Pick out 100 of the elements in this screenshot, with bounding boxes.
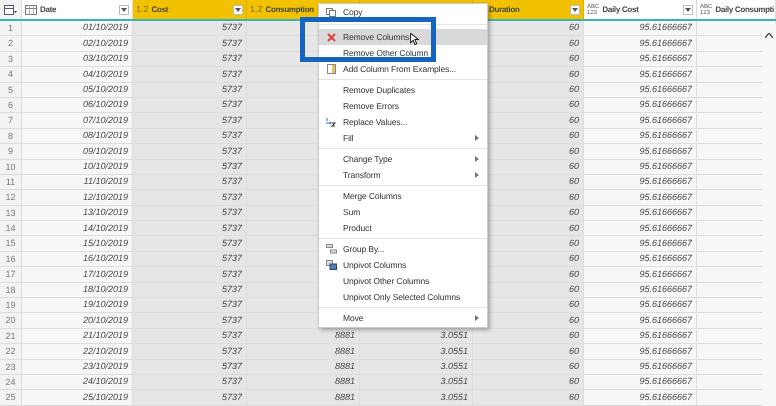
table-cell: 8881	[247, 328, 360, 344]
table-cell: 95.61666667	[584, 36, 697, 51]
row-number: 19	[0, 298, 22, 312]
row-number: 18	[0, 282, 22, 298]
table-cell: 3.0551	[360, 360, 473, 374]
table-icon	[25, 4, 37, 14]
table-cell: 95.61666667	[584, 360, 697, 374]
row-number: 16	[0, 252, 22, 266]
row-number: 10	[0, 160, 22, 174]
replace-values-icon	[326, 117, 336, 127]
row-number: 13	[0, 206, 22, 220]
table-cell: 60	[473, 344, 584, 359]
table-cell: 12/10/2019	[22, 190, 133, 205]
table-cell: 14/10/2019	[22, 221, 133, 236]
row-number: 20	[0, 313, 22, 328]
table-cell: 8881	[247, 390, 360, 405]
row-number: 17	[0, 267, 22, 282]
table-cell: 25/10/2019	[22, 390, 133, 405]
table-cell: 5737	[133, 390, 247, 405]
decimal-type-label: 1.2	[250, 2, 263, 16]
table-cell: 10/10/2019	[22, 160, 133, 174]
column-header[interactable]: Date	[22, 0, 133, 19]
table-cell: 05/10/2019	[22, 82, 133, 97]
row-number: 21	[0, 328, 22, 344]
row-number: 4	[0, 67, 22, 82]
table-cell: 95.61666667	[584, 113, 697, 128]
dropdown-button[interactable]	[683, 4, 693, 14]
scrollbar[interactable]	[762, 23, 776, 406]
table-cell: 5737	[133, 344, 247, 359]
table-cell: 02/10/2019	[22, 36, 133, 51]
table-cell: 3.0551	[360, 328, 473, 344]
table-cell: 3.0551	[360, 344, 473, 359]
column-header[interactable]: 1.2 Cost	[133, 0, 247, 19]
table-cell: 15/10/2019	[22, 236, 133, 251]
submenu-arrow-icon	[475, 172, 479, 178]
row-number: 12	[0, 190, 22, 205]
table-cell: 20/10/2019	[22, 313, 133, 328]
table-cell: 95.61666667	[584, 374, 697, 390]
table-cell: 5737	[133, 267, 247, 282]
row-number: 11	[0, 174, 22, 190]
caret-icon	[121, 8, 127, 12]
row-number: 8	[0, 128, 22, 144]
table-cell: 5737	[133, 174, 247, 190]
table-cell: 5737	[133, 206, 247, 220]
table-cell: 5737	[133, 67, 247, 82]
table-cell: 5737	[133, 144, 247, 159]
unpivot-icon	[326, 260, 336, 270]
table-cell: 22/10/2019	[22, 344, 133, 359]
table-cell: 23/10/2019	[22, 360, 133, 374]
table-cell: 09/10/2019	[22, 144, 133, 159]
caret-icon	[235, 8, 241, 12]
dropdown-button[interactable]	[233, 4, 243, 14]
menu-item[interactable]: Remove Columns	[319, 29, 487, 45]
table-cell: 8881	[247, 360, 360, 374]
table-cell: 95.61666667	[584, 221, 697, 236]
row-number: 25	[0, 390, 22, 405]
table-cell: 13/10/2019	[22, 206, 133, 220]
table-cell: 5737	[133, 252, 247, 266]
mouse-cursor-icon	[410, 33, 419, 45]
table-cell: 95.61666667	[584, 144, 697, 159]
table-cell: 5737	[133, 298, 247, 312]
table-cell: 5737	[133, 360, 247, 374]
table-cell: 08/10/2019	[22, 128, 133, 144]
table-cell: 95.61666667	[584, 174, 697, 190]
table-menu-button[interactable]	[0, 0, 22, 19]
delete-icon	[326, 32, 336, 42]
menu-item[interactable]: Move	[319, 310, 487, 326]
row-number: 1	[0, 21, 22, 36]
table-cell: 95.61666667	[584, 160, 697, 174]
row-number: 23	[0, 360, 22, 374]
table-cell: 21/10/2019	[22, 328, 133, 344]
table-cell: 95.61666667	[584, 252, 697, 266]
table-cell: 5737	[133, 113, 247, 128]
table-cell: 5737	[133, 160, 247, 174]
table-cell: 17/10/2019	[22, 267, 133, 282]
dropdown-button[interactable]	[570, 4, 580, 14]
table-cell: 5737	[133, 21, 247, 36]
table-cell: 5737	[133, 36, 247, 51]
submenu-arrow-icon	[475, 156, 479, 162]
table-cell: 60	[473, 390, 584, 405]
group-by-icon	[326, 244, 336, 254]
table-cell: 04/10/2019	[22, 67, 133, 82]
row-number: 2	[0, 36, 22, 51]
table-cell: 16/10/2019	[22, 252, 133, 266]
table-cell: 60	[473, 360, 584, 374]
table-cell: 3.0551	[360, 390, 473, 405]
row-number: 14	[0, 221, 22, 236]
table-cell: 95.61666667	[584, 206, 697, 220]
table-cell: 60	[473, 374, 584, 390]
table-cell: 11/10/2019	[22, 174, 133, 190]
table-cell: 5737	[133, 282, 247, 298]
dropdown-button[interactable]	[119, 4, 129, 14]
table-cell: 95.61666667	[584, 128, 697, 144]
table-cell: 95.61666667	[584, 390, 697, 405]
row-number: 24	[0, 374, 22, 390]
table-cell: 01/10/2019	[22, 21, 133, 36]
table-cell: 18/10/2019	[22, 282, 133, 298]
table-cell: 5737	[133, 221, 247, 236]
table-cell: 95.61666667	[584, 190, 697, 205]
row-number: 22	[0, 344, 22, 359]
